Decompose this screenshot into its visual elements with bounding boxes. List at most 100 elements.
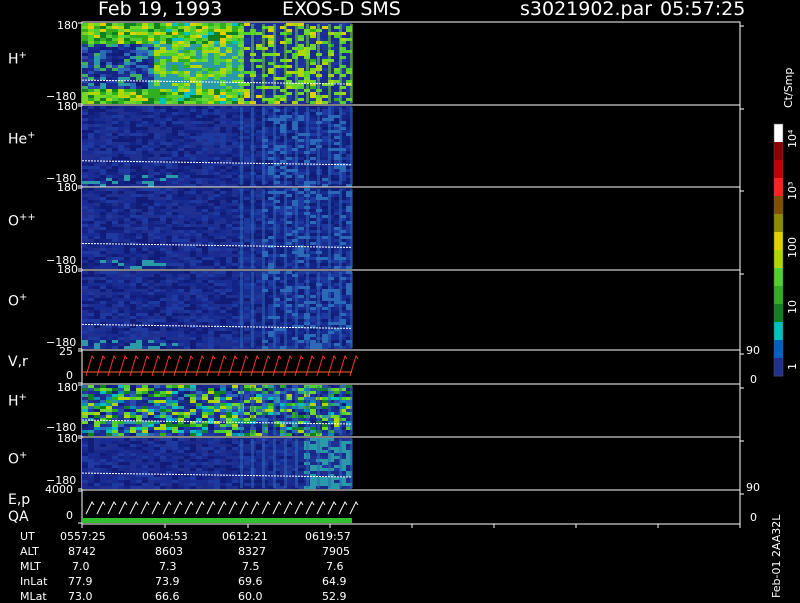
spectrogram-cell — [112, 328, 118, 331]
spectrogram-cell — [172, 316, 178, 319]
spectrogram-cell — [94, 248, 100, 251]
spectrogram-cell — [148, 271, 154, 274]
spectrogram-cell — [112, 209, 118, 212]
spectrogram-cell — [184, 188, 190, 191]
spectrogram-cell — [106, 403, 112, 406]
spectrogram-cell — [184, 92, 190, 95]
spectrogram-cell — [106, 340, 112, 343]
spectrogram-cell — [118, 154, 124, 157]
spectrogram-cell — [154, 59, 160, 62]
spectrogram-cell — [214, 257, 220, 260]
spectrogram-cell — [190, 74, 196, 77]
spectrogram-cell — [220, 83, 226, 86]
spectrogram-cell — [196, 239, 202, 242]
spectrogram-cell — [124, 136, 130, 139]
spectrogram-cell — [214, 292, 220, 295]
spectrogram-cell — [124, 209, 130, 212]
spectrogram-cell — [172, 319, 178, 322]
spectrogram-cell — [154, 65, 160, 68]
spectrogram-cell — [196, 41, 202, 44]
spectrogram-cell — [160, 29, 166, 32]
spectrogram-cell — [232, 151, 238, 154]
spectrogram-cell — [172, 101, 178, 104]
spectrogram-cell — [298, 151, 304, 154]
spectrogram-cell — [160, 236, 166, 239]
spectrogram-cell — [172, 298, 178, 301]
spectrogram-cell — [202, 274, 208, 277]
spectrogram-cell — [322, 230, 328, 233]
spectrogram-cell — [88, 59, 94, 62]
spectrogram-cell — [124, 38, 130, 41]
spectrogram-cell — [214, 197, 220, 200]
spectrogram-cell — [220, 124, 226, 127]
spectrogram-cell — [166, 212, 172, 215]
spectrogram-cell — [226, 239, 232, 242]
spectrogram-cell — [94, 160, 100, 163]
spectrogram-cell — [220, 280, 226, 283]
spectrogram-cell — [208, 263, 214, 266]
spectrogram-cell — [172, 118, 178, 121]
spectrogram-cell — [100, 86, 106, 89]
spectrogram-cell — [310, 166, 316, 169]
spectrogram-cell — [208, 337, 214, 340]
spectrogram-cell — [142, 115, 148, 118]
spectrogram-streak — [240, 189, 243, 268]
spectrogram-cell — [208, 233, 214, 236]
spectrogram-cell — [196, 242, 202, 245]
spectrogram-cell — [148, 212, 154, 215]
spectrogram-cell — [244, 38, 250, 41]
spectrogram-cell — [130, 133, 136, 136]
spectrogram-cell — [112, 181, 118, 184]
spectrogram-cell — [196, 50, 202, 53]
spectrogram-cell — [172, 283, 178, 286]
spectrogram-cell — [124, 154, 130, 157]
spectrogram-cell — [136, 203, 142, 206]
spectrogram-cell — [226, 337, 232, 340]
spectrogram-cell — [106, 412, 112, 415]
spectrogram-cell — [154, 266, 160, 269]
spectrogram-cell — [154, 230, 160, 233]
spectrogram-cell — [232, 227, 238, 230]
spectrogram-cell — [172, 142, 178, 145]
spectrogram-cell — [148, 191, 154, 194]
spectrogram-cell — [136, 44, 142, 47]
spectrogram-cell — [226, 310, 232, 313]
spectrogram-cell — [130, 230, 136, 233]
spectrogram-cell — [310, 89, 316, 92]
spectrogram-cell — [148, 124, 154, 127]
spectrogram-streak — [350, 24, 353, 103]
spectrogram-cell — [172, 65, 178, 68]
spectrogram-cell — [322, 245, 328, 248]
spectrogram-cell — [82, 38, 88, 41]
spectrogram-cell — [154, 26, 160, 29]
spectrogram-cell — [166, 160, 172, 163]
spectrogram-cell — [118, 212, 124, 215]
spectrogram-cell — [118, 319, 124, 322]
spectrogram-cell — [166, 233, 172, 236]
spectrogram-cell — [208, 194, 214, 197]
spectrogram-cell — [184, 316, 190, 319]
spectrogram-cell — [322, 206, 328, 209]
spectrogram-cell — [178, 313, 184, 316]
spectrogram-cell — [118, 224, 124, 227]
spectrogram-cell — [166, 172, 172, 175]
spectrogram-cell — [136, 277, 142, 280]
spectrogram-cell — [142, 175, 148, 178]
spectrogram-cell — [82, 292, 88, 295]
spectrogram-cell — [106, 92, 112, 95]
spectrogram-cell — [208, 331, 214, 334]
spectrogram-cell — [142, 227, 148, 230]
spectrogram-cell — [166, 118, 172, 121]
spectrogram-cell — [118, 71, 124, 74]
spectrogram-cell — [256, 118, 262, 121]
spectrogram-cell — [244, 233, 250, 236]
spectrogram-cell — [148, 95, 154, 98]
spectrogram-cell — [184, 53, 190, 56]
spectrogram-cell — [112, 346, 118, 349]
spectrogram-cell — [256, 254, 262, 257]
spectrogram-cell — [190, 29, 196, 32]
spectrogram-cell — [214, 212, 220, 215]
spectrogram-cell — [244, 227, 250, 230]
spectrogram-cell — [124, 47, 130, 50]
spectrogram-cell — [196, 289, 202, 292]
